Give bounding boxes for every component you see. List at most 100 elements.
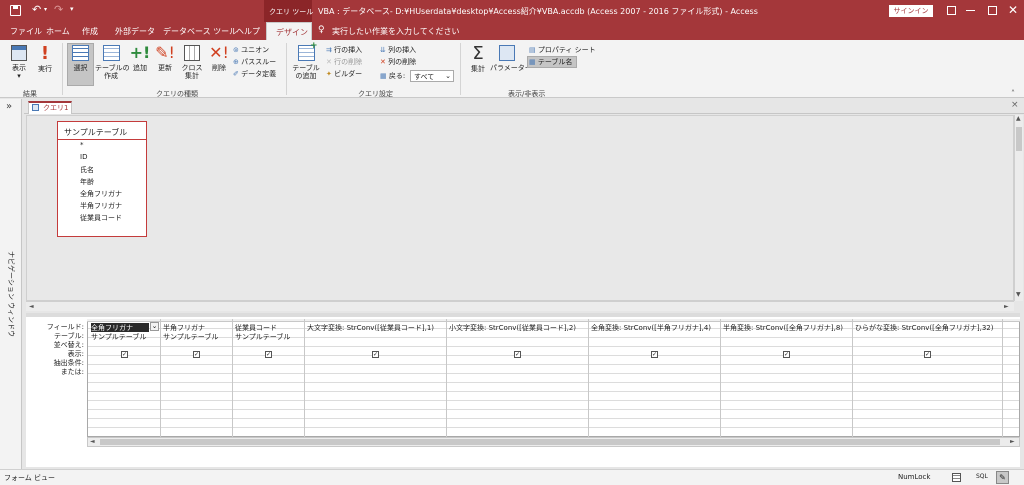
close-tab-icon[interactable]: × <box>1011 100 1019 110</box>
grid-field-cell[interactable]: 小文字変換: StrConv([従業員コード],2) <box>449 323 587 332</box>
crosstab-button[interactable]: クロス 集計 <box>179 45 205 80</box>
grid-column-divider[interactable] <box>304 319 305 437</box>
scroll-up-icon[interactable]: ▲ <box>1016 115 1021 122</box>
scroll-right-icon[interactable]: ► <box>1010 438 1015 445</box>
view-button[interactable]: 表示 ▾ <box>6 45 32 80</box>
tab-external-data[interactable]: 外部データ <box>115 26 155 37</box>
show-checkbox[interactable]: ✓ <box>651 351 658 358</box>
show-checkbox[interactable]: ✓ <box>783 351 790 358</box>
signin-button[interactable]: サインイン <box>889 5 933 17</box>
table-field-list[interactable]: サンプルテーブル * ID 氏名 年齢 全角フリガナ 半角フリガナ 従業員コード <box>57 121 147 237</box>
grid-table-cell[interactable]: サンプルテーブル <box>91 332 159 341</box>
grid-field-cell[interactable]: 大文字変換: StrConv([従業員コード],1) <box>307 323 445 332</box>
show-table-button[interactable]: + テーブル の追加 <box>290 42 322 81</box>
grid-field-cell[interactable]: 全角変換: StrConv([半角フリガナ],4) <box>591 323 719 332</box>
table-design-area[interactable] <box>26 115 1014 301</box>
passthrough-button[interactable]: ⊕ パススルー <box>233 57 276 67</box>
tab-home[interactable]: ホーム <box>46 26 70 37</box>
sql-view-button[interactable]: SQL <box>976 473 988 480</box>
tab-create[interactable]: 作成 <box>82 26 98 37</box>
upper-hscrollbar[interactable]: ◄ ► <box>26 301 1014 311</box>
totals-button[interactable]: Σ 集計 <box>466 45 490 74</box>
grid-field-cell[interactable]: 従業員コード <box>235 323 303 332</box>
scroll-thumb[interactable] <box>100 439 1000 445</box>
builder-button[interactable]: ✦ ビルダー <box>326 69 362 79</box>
show-checkbox[interactable]: ✓ <box>193 351 200 358</box>
tab-design-active[interactable]: デザイン <box>266 22 312 40</box>
grid-field-cell[interactable]: 全角フリガナ <box>91 323 149 332</box>
grid-hscrollbar[interactable]: ◄ ► <box>87 437 1020 447</box>
scroll-down-icon[interactable]: ▼ <box>1016 291 1021 298</box>
tab-database-tools[interactable]: データベース ツール <box>163 26 237 37</box>
collapse-ribbon-icon[interactable]: ˄ <box>1011 89 1015 98</box>
scroll-left-icon[interactable]: ◄ <box>29 303 34 310</box>
grid-field-cell[interactable]: 半角フリガナ <box>163 323 231 332</box>
property-sheet-button[interactable]: ▤ プロパティ シート <box>529 45 596 55</box>
grid-table-cell[interactable] <box>591 332 719 341</box>
show-checkbox[interactable]: ✓ <box>514 351 521 358</box>
grid-column-divider[interactable] <box>852 319 853 437</box>
insert-rows-button[interactable]: ⇉ 行の挿入 <box>326 45 362 55</box>
grid-field-cell[interactable]: 半角変換: StrConv([全角フリガナ],8) <box>723 323 851 332</box>
field-list-item[interactable]: 半角フリガナ <box>80 201 122 211</box>
grid-table-cell[interactable] <box>307 332 445 341</box>
grid-column-divider[interactable] <box>446 319 447 437</box>
datasheet-view-icon[interactable] <box>952 473 961 482</box>
navigation-pane[interactable]: » ナビゲーション ウィンドウ <box>0 99 22 469</box>
customize-qat-icon[interactable]: ▾ <box>70 5 74 13</box>
show-checkbox[interactable]: ✓ <box>121 351 128 358</box>
grid-field-cell[interactable]: ひらがな変換: StrConv([全角フリガナ],32) <box>855 323 1001 332</box>
grid-table-cell[interactable]: サンプルテーブル <box>235 332 303 341</box>
grid-column-divider[interactable] <box>232 319 233 437</box>
save-icon[interactable] <box>10 5 21 16</box>
field-list-item[interactable]: 従業員コード <box>80 213 122 223</box>
field-list-item[interactable]: ID <box>80 153 87 161</box>
field-dropdown-icon[interactable]: ⌄ <box>150 322 159 331</box>
grid-column-divider[interactable] <box>588 319 589 437</box>
field-list-item[interactable]: 年齢 <box>80 177 94 187</box>
upper-vscrollbar[interactable]: ▲ ▼ <box>1014 115 1023 301</box>
run-button[interactable]: ! 実行 <box>34 45 56 74</box>
delete-columns-button[interactable]: ✕ 列の削除 <box>380 57 416 67</box>
grid-column-divider[interactable] <box>720 319 721 437</box>
show-checkbox[interactable]: ✓ <box>372 351 379 358</box>
nav-pane-toggle[interactable]: » <box>6 101 12 112</box>
close-icon[interactable]: ✕ <box>1008 3 1018 17</box>
minimize-icon[interactable] <box>966 10 975 11</box>
append-button[interactable]: +! 追加 <box>129 45 151 73</box>
insert-columns-button[interactable]: ⇊ 列の挿入 <box>380 45 416 55</box>
field-list-item[interactable]: 全角フリガナ <box>80 189 122 199</box>
update-button[interactable]: ✎! 更新 <box>154 45 176 73</box>
query1-tab[interactable]: クエリ1 <box>28 101 72 114</box>
design-view-icon[interactable]: ✎ <box>996 471 1009 484</box>
grid-selector-row[interactable] <box>87 319 1020 322</box>
table-names-button[interactable]: ▦ テーブル名 <box>529 57 572 67</box>
show-checkbox[interactable]: ✓ <box>265 351 272 358</box>
tell-me-input[interactable]: 実行したい作業を入力してください <box>332 26 460 37</box>
select-query-button[interactable]: 選択 <box>67 45 94 72</box>
undo-icon[interactable]: ↶ <box>32 3 41 16</box>
show-checkbox[interactable]: ✓ <box>924 351 931 358</box>
grid-table-cell[interactable] <box>449 332 587 341</box>
field-list-item[interactable]: * <box>80 141 84 149</box>
field-list-item[interactable]: 氏名 <box>80 165 94 175</box>
undo-dropdown-icon[interactable]: ▾ <box>44 6 47 13</box>
return-dropdown[interactable]: すべて ⌄ <box>410 70 454 82</box>
scroll-right-icon[interactable]: ► <box>1004 303 1009 310</box>
ribbon-display-icon[interactable] <box>947 6 956 15</box>
grid-table-cell[interactable] <box>855 332 1001 341</box>
maximize-icon[interactable] <box>988 6 997 15</box>
grid-column-divider[interactable] <box>1002 319 1003 437</box>
grid-table-cell[interactable]: サンプルテーブル <box>163 332 231 341</box>
grid-column-divider[interactable] <box>160 319 161 437</box>
union-button[interactable]: ⊚ ユニオン <box>233 45 269 55</box>
scroll-thumb[interactable] <box>1016 127 1022 151</box>
make-table-button[interactable]: テーブルの 作成 <box>95 45 130 80</box>
tab-file[interactable]: ファイル <box>10 26 42 37</box>
scroll-left-icon[interactable]: ◄ <box>90 438 95 445</box>
parameters-button[interactable]: パラメーター <box>490 45 532 72</box>
delete-query-button[interactable]: ✕! 削除 <box>207 45 231 73</box>
tab-help[interactable]: ヘルプ <box>236 26 260 37</box>
redo-icon[interactable]: ↷ <box>54 3 63 16</box>
grid-table-cell[interactable] <box>723 332 851 341</box>
